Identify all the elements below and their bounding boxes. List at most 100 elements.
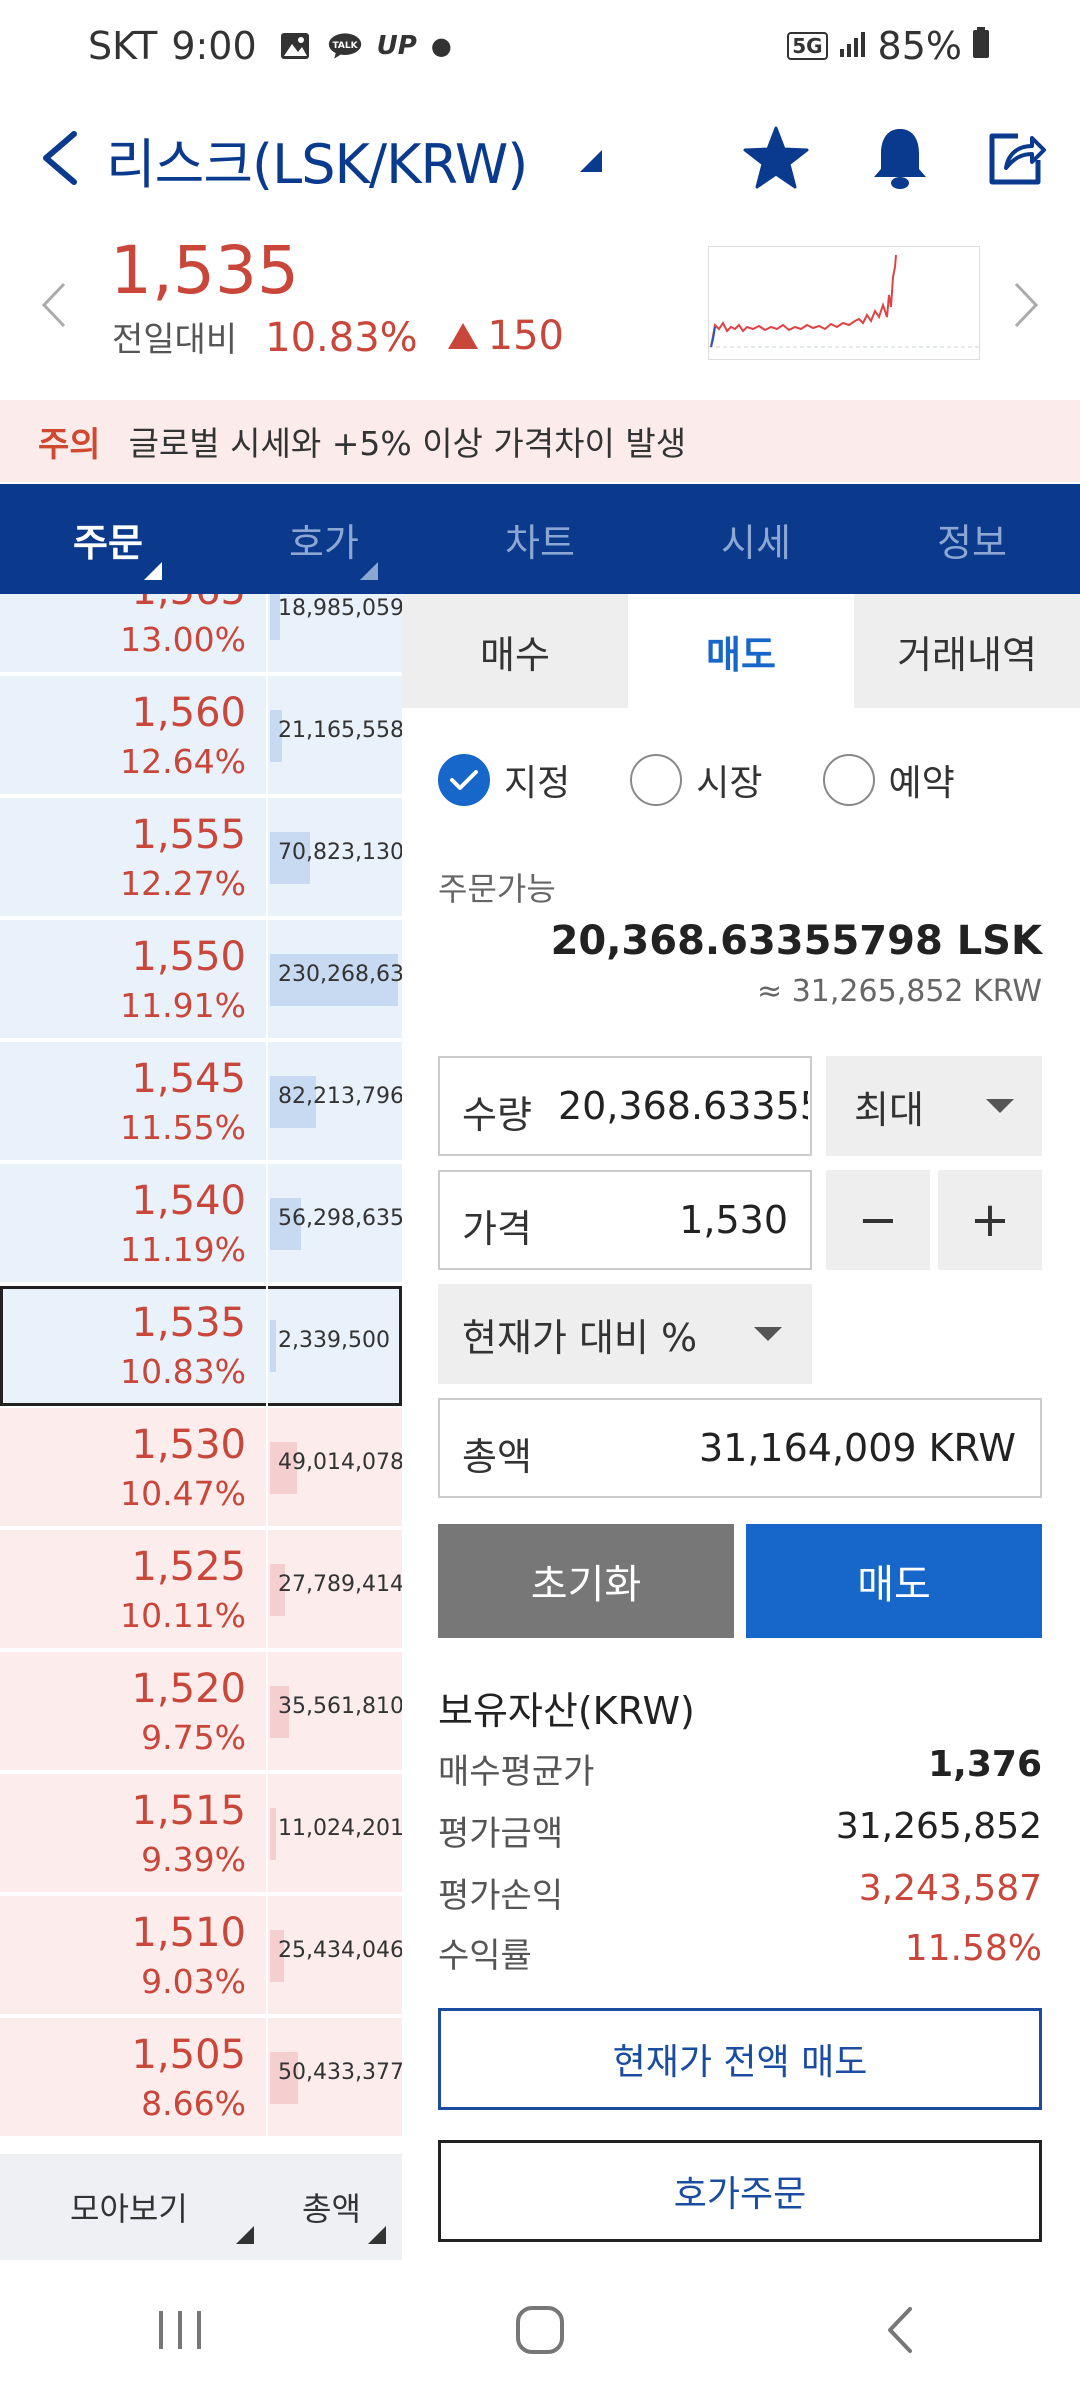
orderbook-price-cell: 1,555 12.27% <box>0 798 268 918</box>
network-icon: 5G <box>787 32 828 60</box>
mini-price-chart[interactable] <box>708 246 980 360</box>
subtab-history[interactable]: 거래내역 <box>854 594 1080 708</box>
reset-button[interactable]: 초기화 <box>438 1524 734 1638</box>
group-view-button[interactable]: 모아보기 <box>70 2184 188 2230</box>
page-title[interactable]: 리스크(LSK/KRW) <box>106 120 528 199</box>
available-amount: 20,368.63355798 LSK <box>550 918 1042 964</box>
price-field[interactable]: 가격 1,530 <box>438 1170 812 1270</box>
orderbook-volume-cell: 27,789,414 <box>270 1530 402 1650</box>
order-type-limit[interactable]: 지정 <box>438 754 570 806</box>
sell-button[interactable]: 매도 <box>746 1524 1042 1638</box>
orderbook-percent: 11.19% <box>120 1230 246 1269</box>
orderbook-row[interactable]: 1,515 9.39% 11,024,201 <box>0 1774 402 1894</box>
sell-all-button[interactable]: 현재가 전액 매도 <box>438 2008 1042 2110</box>
orderbook-row[interactable]: 1,530 10.47% 49,014,078 <box>0 1408 402 1528</box>
quantity-input[interactable]: 20,368.63355 <box>558 1084 808 1128</box>
recent-apps-button[interactable] <box>120 2290 240 2370</box>
next-coin-button[interactable] <box>1012 280 1040 334</box>
orderbook-row[interactable]: 1,510 9.03% 25,434,046 <box>0 1896 402 2016</box>
price-input[interactable]: 1,530 <box>679 1198 788 1242</box>
orderbook-volume: 25,434,046 <box>278 1938 402 1963</box>
subtab-buy[interactable]: 매수 <box>402 594 628 708</box>
orderbook-percent: 11.55% <box>120 1108 246 1147</box>
home-button[interactable] <box>480 2290 600 2370</box>
orderbook-percent: 11.91% <box>120 986 246 1025</box>
orderbook-row[interactable]: 1,560 12.64% 21,165,558 <box>0 676 402 796</box>
system-nav-bar <box>0 2260 1080 2400</box>
orderbook-volume: 230,268,638 <box>278 962 402 987</box>
title-dropdown-icon[interactable] <box>580 150 602 172</box>
prev-coin-button[interactable] <box>40 280 68 334</box>
nav-back-button[interactable] <box>840 2290 960 2370</box>
warning-banner[interactable]: 주의 글로벌 시세와 +5% 이상 가격차이 발생 <box>0 400 1080 482</box>
price-decrease-button[interactable]: − <box>826 1170 930 1270</box>
total-toggle-button[interactable]: 총액 <box>302 2184 361 2230</box>
change-label: 전일대비 <box>112 320 238 360</box>
orderbook-price-cell: 1,565 13.00% <box>0 594 268 674</box>
orderbook-order-button[interactable]: 호가주문 <box>438 2140 1042 2242</box>
orderbook-price: 1,560 <box>131 690 246 736</box>
orderbook-price: 1,525 <box>131 1544 246 1590</box>
percent-dropdown-icon <box>754 1327 782 1341</box>
price-percent-label: 현재가 대비 % <box>462 1315 698 1360</box>
tab-order[interactable]: 주문 <box>0 484 216 594</box>
back-button[interactable] <box>30 118 90 198</box>
orderbook-price: 1,545 <box>131 1056 246 1102</box>
minus-icon: − <box>857 1192 899 1248</box>
orderbook-price-cell: 1,530 10.47% <box>0 1408 268 1528</box>
quantity-field[interactable]: 수량 20,368.63355 <box>438 1056 812 1156</box>
orderbook-row[interactable]: 1,505 8.66% 50,433,377 <box>0 2018 402 2138</box>
current-price: 1,535 <box>110 232 299 309</box>
app-header: 리스크(LSK/KRW) <box>0 100 1080 220</box>
tab-market-label: 시세 <box>721 520 791 565</box>
clock: 9:00 <box>171 24 257 68</box>
return-label: 수익률 <box>438 1936 532 1976</box>
orderbook-row[interactable]: 1,535 10.83% 2,339,500 <box>0 1286 402 1406</box>
up-triangle-icon <box>447 323 478 349</box>
order-type-reserve[interactable]: 예약 <box>822 754 955 806</box>
orderbook-percent: 13.00% <box>120 620 246 659</box>
orderbook-price-cell: 1,560 12.64% <box>0 676 268 796</box>
price-summary: 1,535 전일대비 10.83% 150 <box>0 220 1080 400</box>
up-icon: UP <box>376 31 417 61</box>
checkmark-icon <box>438 754 490 806</box>
orderbook-price: 1,510 <box>131 1910 246 1956</box>
order-type-market[interactable]: 시장 <box>630 754 763 806</box>
main-tabs: 주문 호가 차트 시세 정보 <box>0 484 1080 594</box>
total-field[interactable]: 총액 31,164,009 KRW <box>438 1398 1042 1498</box>
orderbook-row[interactable]: 1,545 11.55% 82,213,796 <box>0 1042 402 1162</box>
tab-info[interactable]: 정보 <box>864 484 1080 594</box>
valuation-value: 31,265,852 <box>835 1806 1042 1847</box>
warning-text: 글로벌 시세와 +5% 이상 가격차이 발생 <box>128 424 687 463</box>
favorite-star-icon[interactable] <box>738 120 814 196</box>
tab-chart[interactable]: 차트 <box>432 484 648 594</box>
tab-orderbook[interactable]: 호가 <box>216 484 432 594</box>
orderbook-list[interactable]: 1,565 13.00% 18,985,059 1,560 12.64% 21,165,5… <box>0 594 402 2154</box>
orderbook-row[interactable]: 1,520 9.75% 35,561,810 <box>0 1652 402 1772</box>
bell-icon[interactable] <box>862 120 938 196</box>
orderbook-percent: 9.03% <box>141 1962 246 2001</box>
orderbook-volume-cell: 50,433,377 <box>270 2018 402 2138</box>
orderbook-price-cell: 1,510 9.03% <box>0 1896 268 2016</box>
orderbook-row[interactable]: 1,540 11.19% 56,298,635 <box>0 1164 402 1284</box>
subtab-sell[interactable]: 매도 <box>628 594 854 708</box>
orderbook-volume-cell: 56,298,635 <box>270 1164 402 1284</box>
gallery-icon <box>277 31 313 61</box>
orderbook-percent: 8.66% <box>141 2084 246 2123</box>
orderbook-row[interactable]: 1,565 13.00% 18,985,059 <box>0 594 402 674</box>
total-input[interactable]: 31,164,009 KRW <box>699 1426 1016 1470</box>
price-increase-button[interactable]: + <box>938 1170 1042 1270</box>
radio-empty-icon <box>630 754 683 806</box>
orderbook-volume-cell: 35,561,810 <box>270 1652 402 1772</box>
orderbook-row[interactable]: 1,525 10.11% 27,789,414 <box>0 1530 402 1650</box>
max-dropdown[interactable]: 최대 <box>826 1056 1042 1156</box>
price-percent-dropdown[interactable]: 현재가 대비 % <box>438 1284 812 1384</box>
avg-price-label: 매수평균가 <box>438 1752 595 1792</box>
orderbook-row[interactable]: 1,555 12.27% 70,823,130 <box>0 798 402 918</box>
change-amount-value: 150 <box>487 313 565 359</box>
orderbook-row[interactable]: 1,550 11.91% 230,268,638 <box>0 920 402 1040</box>
max-label: 최대 <box>854 1087 924 1132</box>
share-icon[interactable] <box>978 120 1054 196</box>
tab-order-dropdown-icon <box>144 562 162 580</box>
tab-market[interactable]: 시세 <box>648 484 864 594</box>
